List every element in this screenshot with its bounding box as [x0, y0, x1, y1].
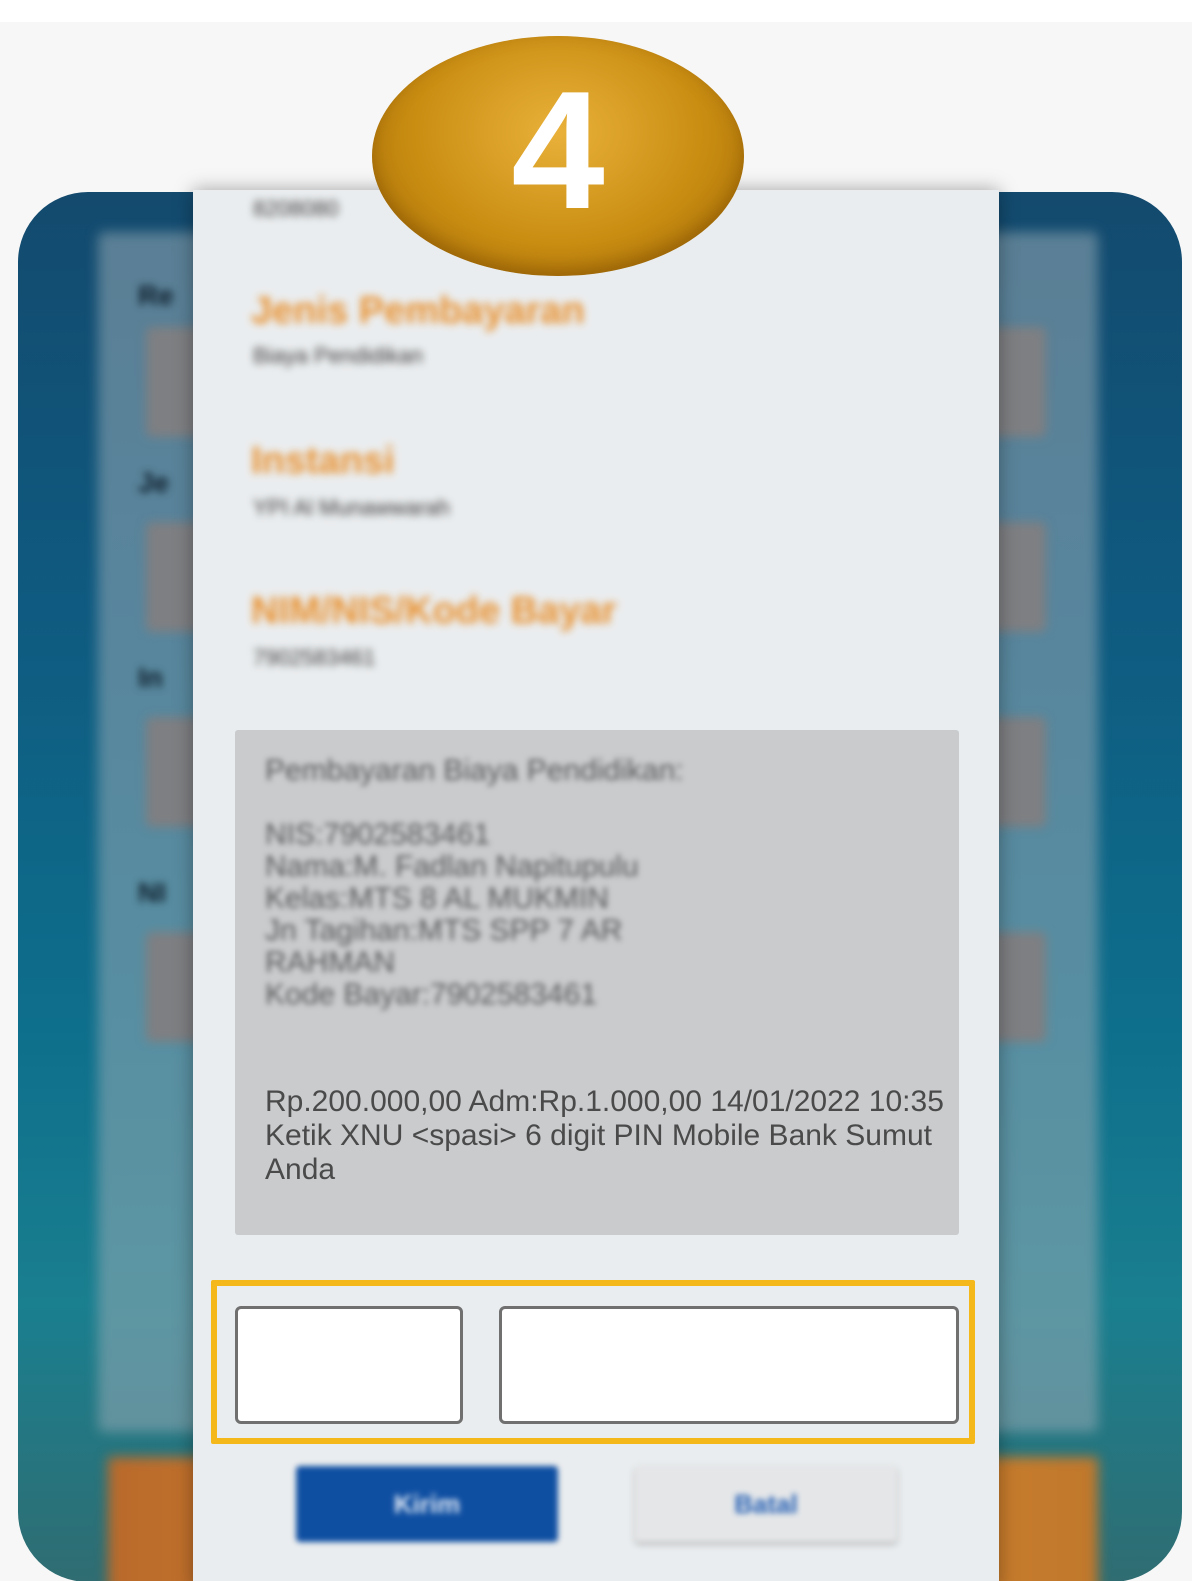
message-detail-line: Jn Tagihan:MTS SPP 7 AR	[265, 914, 623, 947]
field-value-institution: YPI Al Munawwarah	[253, 495, 450, 520]
field-title-payment-type: Jenis Pembayaran	[251, 290, 585, 332]
transaction-message: Pembayaran Biaya Pendidikan: NIS:7902583…	[235, 730, 959, 1235]
header-value: 8208080	[253, 196, 339, 221]
field-title-payment-code: NIM/NIS/Kode Bayar	[251, 590, 617, 632]
message-detail-line: Nama:M. Fadlan Napitupulu	[265, 850, 639, 883]
background-label: NI	[138, 877, 166, 908]
tutorial-screenshot: Re Je In NI 8208080 Jenis Pembayaran Bia…	[0, 0, 1192, 1581]
step-number: 4	[511, 56, 605, 244]
top-strip	[0, 0, 1192, 22]
confirmation-dialog: 8208080 Jenis Pembayaran Biaya Pendidika…	[193, 190, 999, 1581]
message-detail-line: RAHMAN	[265, 946, 396, 979]
message-detail-line: Kode Bayar:7902583461	[265, 978, 597, 1011]
message-detail-line: Kelas:MTS 8 AL MUKMIN	[265, 882, 609, 915]
message-intro: Pembayaran Biaya Pendidikan:	[265, 754, 684, 787]
field-value-payment-code: 7902583461	[253, 645, 376, 670]
field-value-payment-type: Biaya Pendidikan	[253, 343, 424, 368]
field-title-institution: Instansi	[251, 440, 395, 482]
keyword-input[interactable]	[235, 1306, 463, 1424]
cancel-button[interactable]: Batal	[635, 1466, 897, 1542]
send-button[interactable]: Kirim	[296, 1466, 558, 1542]
input-highlight-frame	[211, 1280, 975, 1444]
step-badge: 4	[372, 36, 744, 276]
background-label: Je	[138, 467, 170, 498]
pin-input[interactable]	[499, 1306, 959, 1424]
background-label: In	[138, 662, 163, 693]
message-details: Pembayaran Biaya Pendidikan: NIS:7902583…	[265, 755, 925, 1011]
background-label: Re	[138, 280, 174, 311]
message-detail-line: NIS:7902583461	[265, 818, 491, 851]
message-instruction: Rp.200.000,00 Adm:Rp.1.000,00 14/01/2022…	[265, 1085, 944, 1186]
